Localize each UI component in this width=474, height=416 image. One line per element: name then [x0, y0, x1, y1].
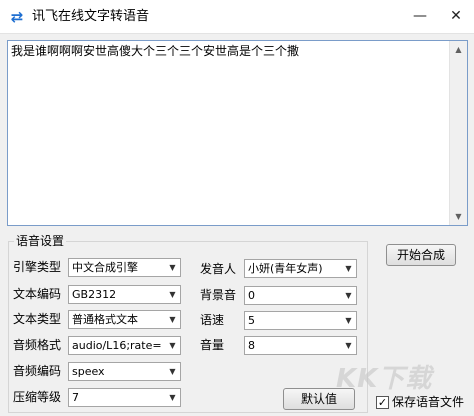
speed-value: 5 [248, 314, 255, 327]
chevron-down-icon[interactable]: ▼ [341, 312, 356, 329]
chevron-down-icon[interactable]: ▼ [165, 286, 180, 303]
speed-select[interactable]: 5 ▼ [244, 311, 357, 330]
engine-label: 引擎类型 [13, 260, 62, 274]
speed-label: 语速 [200, 313, 225, 327]
save-audio-label: 保存语音文件 [392, 395, 465, 409]
vertical-scrollbar[interactable]: ▲ ▼ [449, 41, 467, 225]
text-type-label: 文本类型 [13, 312, 62, 326]
encoding-label: 文本编码 [13, 287, 62, 301]
engine-select[interactable]: 中文合成引擎 ▼ [68, 258, 181, 277]
chevron-down-icon[interactable]: ▼ [341, 260, 356, 277]
speaker-value: 小妍(青年女声) [248, 262, 323, 275]
audio-format-select[interactable]: audio/L16;rate= ▼ [68, 336, 181, 355]
minimize-button[interactable]: — [402, 0, 438, 33]
compression-value: 7 [72, 391, 79, 404]
chevron-down-icon[interactable]: ▼ [165, 389, 180, 406]
chevron-down-icon[interactable]: ▼ [165, 363, 180, 380]
chevron-down-icon[interactable]: ▼ [165, 337, 180, 354]
title-bar: ⇄ 讯飞在线文字转语音 — ✕ [0, 0, 474, 34]
audio-codec-label: 音频编码 [13, 364, 62, 378]
save-audio-checkbox[interactable]: ✓ [376, 396, 389, 409]
start-synthesis-button[interactable]: 开始合成 [386, 244, 456, 266]
close-button[interactable]: ✕ [438, 0, 474, 33]
compression-label: 压缩等级 [13, 390, 62, 404]
audio-codec-value: speex [72, 365, 105, 378]
default-values-button[interactable]: 默认值 [283, 388, 355, 410]
volume-select[interactable]: 8 ▼ [244, 336, 357, 355]
voice-settings-title: 语音设置 [14, 234, 67, 248]
bg-sound-select[interactable]: 0 ▼ [244, 286, 357, 305]
window-title: 讯飞在线文字转语音 [32, 9, 150, 24]
encoding-select[interactable]: GB2312 ▼ [68, 285, 181, 304]
swap-arrows-icon: ⇄ [10, 8, 24, 26]
encoding-value: GB2312 [72, 288, 117, 301]
chevron-down-icon[interactable]: ▼ [341, 337, 356, 354]
volume-value: 8 [248, 339, 255, 352]
speaker-label: 发音人 [200, 262, 237, 276]
speaker-select[interactable]: 小妍(青年女声) ▼ [244, 259, 357, 278]
chevron-down-icon[interactable]: ▼ [165, 259, 180, 276]
text-input-area[interactable]: 我是谁啊啊啊安世高傻大个三个三个安世高是个三个撒 ▲ ▼ [7, 40, 468, 226]
engine-value: 中文合成引擎 [72, 261, 138, 274]
chevron-down-icon[interactable]: ▼ [165, 311, 180, 328]
watermark-logo: KK下载 [336, 364, 433, 394]
text-type-select[interactable]: 普通格式文本 ▼ [68, 310, 181, 329]
bg-sound-value: 0 [248, 289, 255, 302]
scroll-up-arrow-icon[interactable]: ▲ [450, 41, 467, 58]
text-type-value: 普通格式文本 [72, 313, 138, 326]
chevron-down-icon[interactable]: ▼ [341, 287, 356, 304]
audio-codec-select[interactable]: speex ▼ [68, 362, 181, 381]
audio-format-label: 音频格式 [13, 338, 62, 352]
bg-sound-label: 背景音 [200, 288, 237, 302]
audio-format-value: audio/L16;rate= [72, 339, 162, 352]
volume-label: 音量 [200, 338, 225, 352]
scroll-down-arrow-icon[interactable]: ▼ [450, 208, 467, 225]
compression-select[interactable]: 7 ▼ [68, 388, 181, 407]
text-input-content[interactable]: 我是谁啊啊啊安世高傻大个三个三个安世高是个三个撒 [11, 43, 447, 59]
